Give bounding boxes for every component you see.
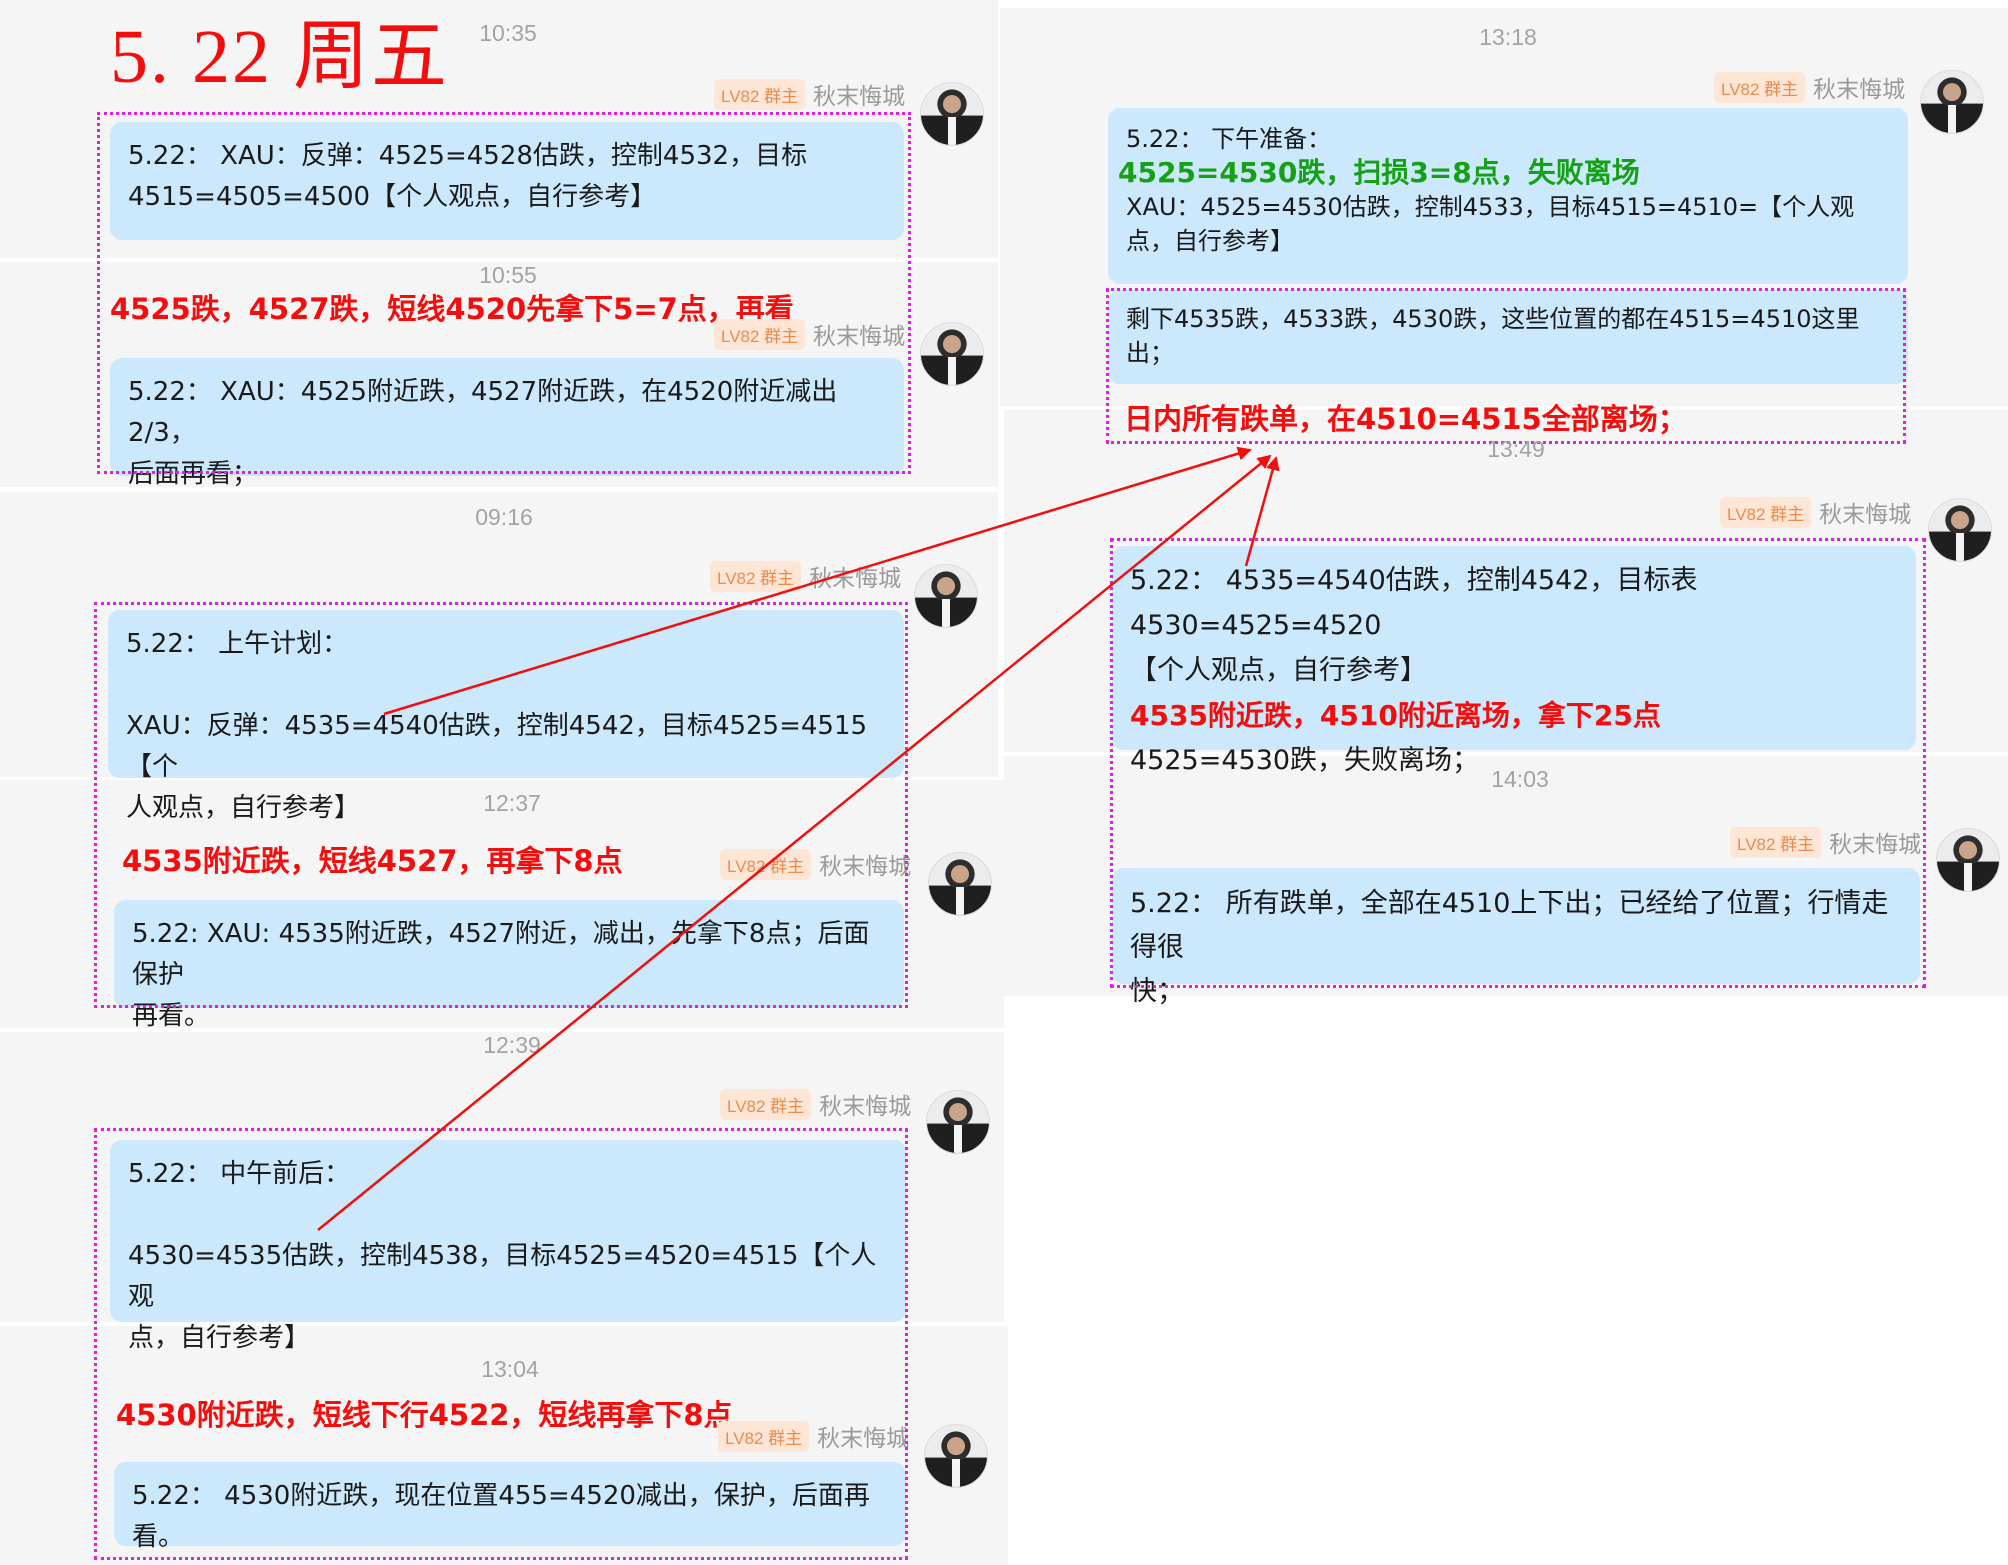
arrow-line	[383, 446, 1252, 716]
arrow-line	[1244, 456, 1280, 567]
annotation-arrows	[317, 446, 1280, 1231]
arrow-line	[317, 454, 1272, 1231]
